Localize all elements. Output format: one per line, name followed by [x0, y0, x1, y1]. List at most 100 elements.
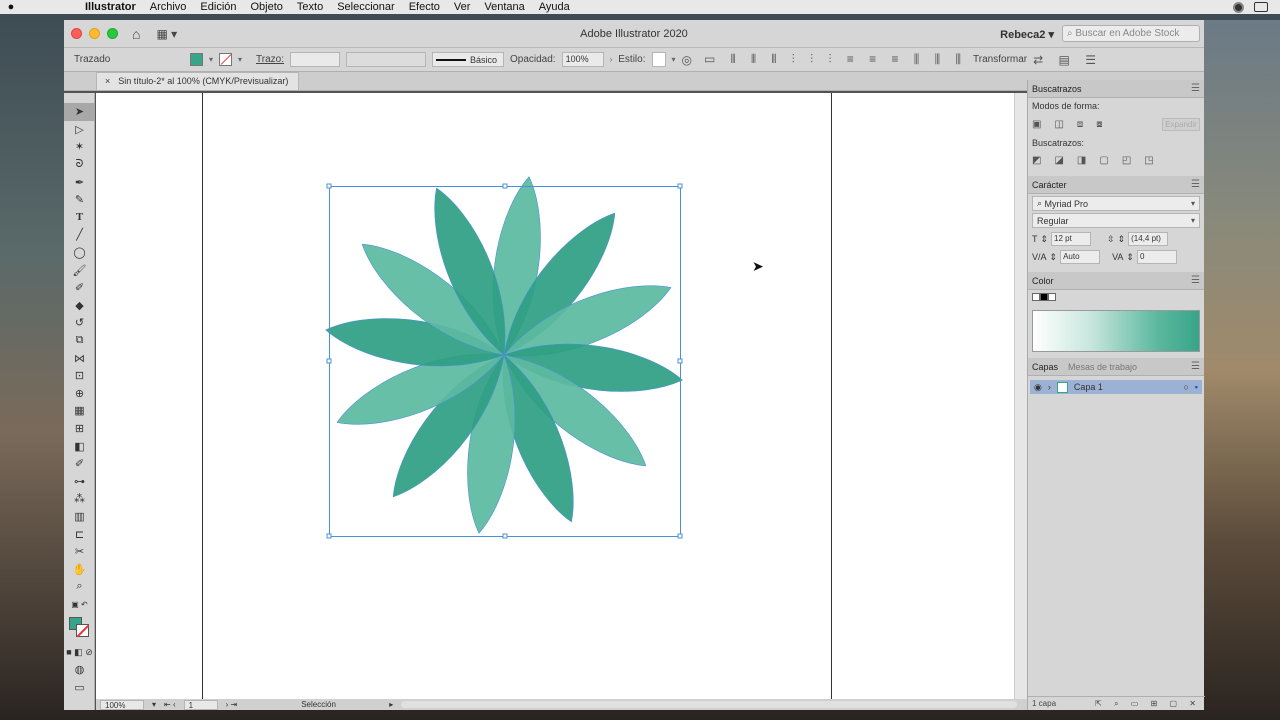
pathfinder-menu-icon[interactable]: ☰ [1191, 83, 1200, 94]
next-artboard-icons[interactable]: › ⇥ [226, 700, 238, 709]
stroke-style-field[interactable]: Básico [432, 52, 504, 67]
record-icon[interactable] [1233, 1, 1244, 13]
screen-mode-icon[interactable]: ▭ [64, 678, 95, 696]
kerning-stepper[interactable]: ⇕ [1050, 252, 1058, 263]
vertical-scrollbar[interactable] [1014, 93, 1027, 699]
close-tab-icon[interactable]: × [105, 76, 110, 90]
fill-swatch[interactable] [190, 53, 203, 66]
selection-handle-tl[interactable] [326, 183, 332, 189]
mesh-tool-icon[interactable]: ⊞ [64, 420, 95, 438]
zoom-window-button[interactable] [107, 28, 118, 39]
leading-stepper[interactable]: ⇕ [1118, 234, 1126, 245]
rotate-tool-icon[interactable]: ↺ [64, 314, 95, 332]
layer-name[interactable]: Capa 1 [1074, 382, 1103, 392]
trim-icon[interactable]: ◪ [1054, 155, 1063, 166]
style-swatch[interactable] [651, 52, 666, 67]
curvature-tool-icon[interactable]: ✎ [64, 191, 95, 209]
stroke-weight-field[interactable] [290, 52, 340, 67]
document-tab[interactable]: × Sin título-2* al 100% (CMYK/Previsuali… [96, 72, 300, 90]
minus-back-icon[interactable]: ◳ [1144, 155, 1153, 166]
draw-mode-icon[interactable]: ◍ [64, 661, 95, 679]
magic-wand-tool-icon[interactable]: ✶ [64, 138, 95, 156]
color-title[interactable]: Color [1032, 276, 1054, 286]
menu-texto[interactable]: Texto [290, 1, 330, 13]
transform-icons[interactable]: ⇄ ▤ ☰ [1033, 53, 1102, 67]
menu-efecto[interactable]: Efecto [402, 1, 447, 13]
selection-handle-bc[interactable] [502, 533, 508, 539]
menu-ventana[interactable]: Ventana [477, 1, 531, 13]
free-transform-tool-icon[interactable]: ⊡ [64, 367, 95, 385]
variable-width-field[interactable] [346, 52, 426, 67]
close-window-button[interactable] [71, 28, 82, 39]
horizontal-scrollbar[interactable] [401, 701, 1017, 708]
zoom-level-field[interactable]: 100% [100, 699, 144, 710]
fill-dropdown-icon[interactable]: ▾ [209, 55, 213, 64]
zoom-dropdown-icon[interactable]: ▾ [152, 700, 156, 709]
adobe-stock-search[interactable]: ⌕ Buscar en Adobe Stock [1062, 25, 1200, 42]
font-size-field[interactable]: 12 pt [1051, 232, 1092, 246]
merge-icon[interactable]: ◨ [1077, 155, 1086, 166]
selection-handle-mr[interactable] [677, 358, 683, 364]
gradient-tool-icon[interactable]: ◧ [64, 437, 95, 455]
menu-seleccionar[interactable]: Seleccionar [330, 1, 401, 13]
align-icons[interactable]: ▭ ⫴ ⫴ ⫴ ⫶ ⫶ ⫶ ≡ ≡ ≡ ⫼ ⫼ ⫼ [704, 52, 967, 67]
selected-art-indicator-icon[interactable]: ▪ [1195, 382, 1198, 392]
hand-tool-icon[interactable]: ✋ [64, 560, 95, 578]
shaper-tool-icon[interactable]: ✐ [64, 279, 95, 297]
tab-layers[interactable]: Capas [1032, 362, 1058, 372]
canvas-area[interactable]: ➤ [96, 93, 1027, 699]
stroke-swatch[interactable] [219, 53, 233, 66]
paintbrush-tool-icon[interactable]: 🖌︎ [64, 261, 95, 279]
leading-field[interactable]: (14,4 pt) [1128, 232, 1169, 246]
crop-icon[interactable]: ▢ [1099, 155, 1108, 166]
font-family-select[interactable]: ⌕ Myriad Pro ▾ [1032, 196, 1200, 211]
outline-icon[interactable]: ◰ [1122, 155, 1131, 166]
workspace-switcher-icon[interactable]: ▦ ▾ [156, 27, 177, 41]
none-swatch[interactable] [1032, 293, 1040, 301]
prev-artboard-icons[interactable]: ⇤ ‹ [164, 700, 176, 709]
line-tool-icon[interactable]: ╱ [64, 226, 95, 244]
white-swatch[interactable] [1048, 293, 1056, 301]
artboard-number-field[interactable]: 1 [183, 699, 218, 710]
stroke-indicator[interactable] [76, 624, 89, 638]
selection-handle-tc[interactable] [502, 183, 508, 189]
column-graph-tool-icon[interactable]: ▥ [64, 508, 95, 526]
selection-handle-tr[interactable] [677, 183, 683, 189]
character-title[interactable]: Carácter [1032, 180, 1067, 190]
menu-ver[interactable]: Ver [447, 1, 478, 13]
fill-stroke-indicator[interactable] [64, 613, 94, 643]
selection-handle-ml[interactable] [326, 358, 332, 364]
tracking-stepper[interactable]: ⇕ [1126, 252, 1134, 263]
scale-tool-icon[interactable]: ⧉ [64, 332, 95, 350]
direct-selection-tool-icon[interactable]: ▷ [64, 121, 95, 139]
menu-illustrator[interactable]: Illustrator [78, 1, 143, 13]
window-icon[interactable] [1254, 2, 1268, 12]
minus-front-icon[interactable]: ◫ [1054, 119, 1063, 130]
font-size-stepper[interactable]: ⇕ [1041, 234, 1049, 245]
width-tool-icon[interactable]: ⋈ [64, 349, 95, 367]
black-swatch[interactable] [1040, 293, 1048, 301]
eyedropper-tool-icon[interactable]: ✐ [64, 455, 95, 473]
apple-menu-icon[interactable]: ● [0, 1, 22, 13]
style-dropdown-icon[interactable]: ▾ [672, 55, 676, 64]
unite-icon[interactable]: ▣ [1032, 119, 1041, 130]
flower-artwork[interactable] [96, 93, 1027, 699]
selection-tool-icon[interactable]: ➤ [64, 103, 95, 121]
menu-archivo[interactable]: Archivo [143, 1, 194, 13]
minimize-window-button[interactable] [89, 28, 100, 39]
color-mode-icons[interactable]: ■ ◧ ⊘ [64, 643, 95, 661]
layer-row[interactable]: ◉ › Capa 1 ○ ▪ [1030, 380, 1202, 394]
intersect-icon[interactable]: ⧈ [1077, 119, 1083, 130]
expand-button[interactable]: Expandir [1162, 118, 1200, 131]
tracking-field[interactable]: 0 [1136, 250, 1177, 264]
zoom-tool-icon[interactable]: ⌕ [64, 578, 95, 596]
eraser-tool-icon[interactable]: ◆ [64, 297, 95, 315]
menu-objeto[interactable]: Objeto [244, 1, 290, 13]
lasso-tool-icon[interactable]: ᘐ [64, 156, 95, 174]
color-spectrum[interactable] [1032, 310, 1200, 352]
stroke-dropdown-icon[interactable]: ▾ [238, 55, 242, 64]
home-icon[interactable]: ⌂ [132, 26, 140, 42]
transform-link[interactable]: Transformar [973, 54, 1027, 65]
pathfinder-title[interactable]: Buscatrazos [1032, 84, 1082, 94]
layers-actions-icons[interactable]: ⇱ ⌕ ▭ ⊞ ▢ ✕ [1095, 699, 1201, 709]
